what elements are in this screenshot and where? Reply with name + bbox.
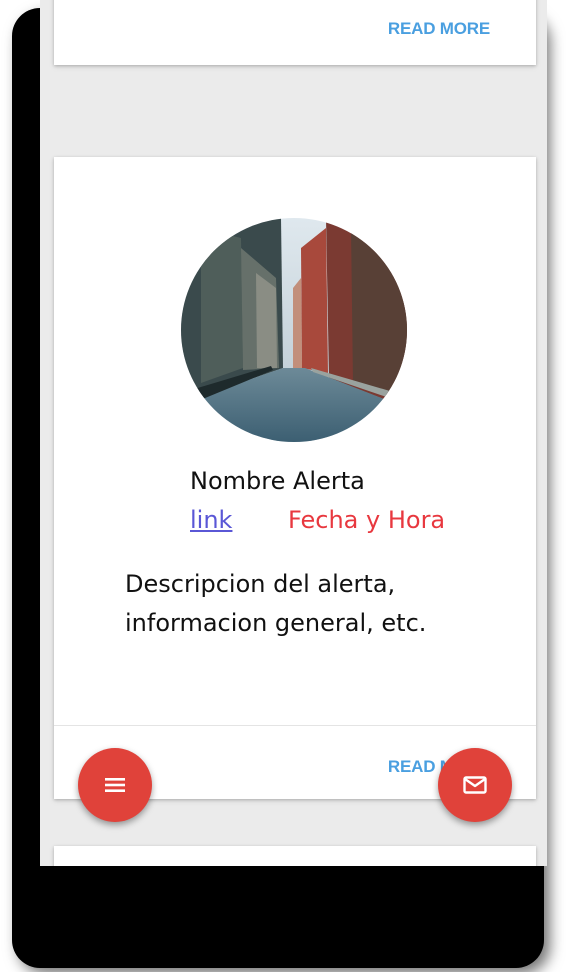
alert-card-previous: READ MORE (54, 0, 536, 65)
alert-link[interactable]: link (190, 506, 232, 534)
alert-card: Nombre Alerta link Fecha y Hora Descripc… (54, 157, 536, 799)
alert-name: Nombre Alerta (190, 467, 365, 495)
read-more-button[interactable]: READ MORE (388, 19, 490, 39)
app-screen: READ MORE Nombre Alerta link Fecha y Hor… (40, 0, 547, 866)
alert-datetime: Fecha y Hora (288, 506, 446, 534)
alert-image (181, 218, 407, 442)
menu-icon (105, 778, 125, 792)
alert-card-next (54, 846, 536, 866)
alert-description: Descripcion del alerta, informacion gene… (125, 570, 427, 637)
menu-fab-button[interactable] (78, 748, 152, 822)
card-divider (54, 725, 536, 726)
mail-icon (463, 776, 487, 794)
mail-fab-button[interactable] (438, 748, 512, 822)
